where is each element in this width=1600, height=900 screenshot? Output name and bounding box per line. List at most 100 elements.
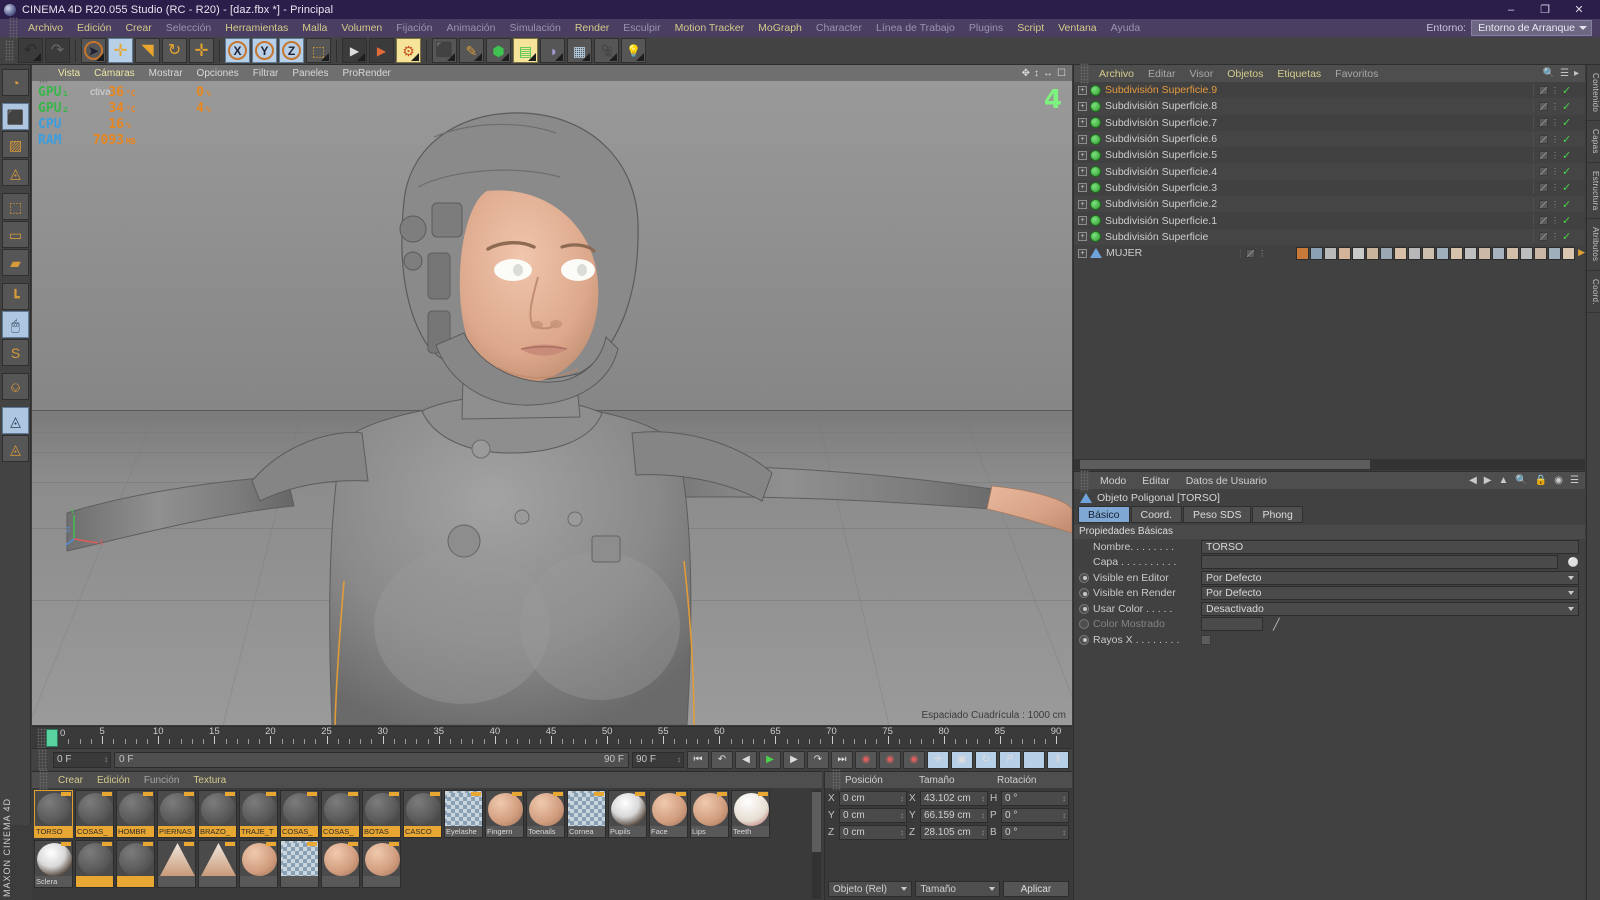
edge-dock-tab-capas[interactable]: Capas [1587, 121, 1600, 163]
move-tool-button[interactable]: ✛ [108, 38, 133, 63]
timeline-playhead[interactable] [46, 729, 58, 747]
object-row[interactable]: + Subdivisión Superficie.2 ⋮ ✓ [1074, 196, 1585, 213]
coord-size-field[interactable]: 43.102 cm ↕ [920, 790, 988, 806]
object-visibility-dots[interactable]: ⋮ ✓ [1533, 197, 1585, 211]
object-dots-icon[interactable]: ⋮ [1551, 217, 1559, 225]
om-menu-editar[interactable]: Editar [1141, 68, 1182, 80]
object-enabled-check-icon[interactable]: ✓ [1562, 149, 1571, 162]
expand-toggle[interactable]: + [1078, 134, 1087, 144]
material-swatch[interactable]: Cornea [567, 790, 606, 838]
object-row[interactable]: + Subdivisión Superficie.7 ⋮ ✓ [1074, 115, 1585, 131]
spline-pen-button[interactable]: ✎ [459, 38, 484, 63]
object-enabled-check-icon[interactable]: ✓ [1562, 214, 1571, 227]
goto-start-button[interactable]: ⏮ [687, 750, 709, 769]
am-menu-datos-de-usuario[interactable]: Datos de Usuario [1178, 475, 1275, 487]
object-visibility-box[interactable] [1539, 199, 1548, 209]
material-swatch[interactable] [321, 840, 360, 888]
record-active-button[interactable]: ◉ [855, 750, 877, 769]
object-tag-icon[interactable] [1534, 246, 1548, 260]
object-tag-icon[interactable] [1562, 246, 1576, 260]
object-enabled-check-icon[interactable]: ✓ [1562, 198, 1571, 211]
object-row[interactable]: + Subdivisión Superficie.4 ⋮ ✓ [1074, 163, 1585, 180]
coordinate-grip[interactable] [832, 769, 841, 791]
character-model[interactable] [32, 81, 1072, 725]
menu-item-mograph[interactable]: MoGraph [751, 19, 809, 37]
object-tags[interactable]: ▶ [1292, 246, 1585, 260]
material-swatch[interactable] [198, 840, 237, 888]
material-swatch[interactable]: Face [649, 790, 688, 838]
material-scroll-thumb[interactable] [812, 792, 821, 852]
om-menu-visor[interactable]: Visor [1182, 68, 1220, 80]
menu-item-script[interactable]: Script [1010, 19, 1051, 37]
render-region-button[interactable]: ▶ [369, 38, 394, 63]
object-tag-icon[interactable] [1548, 246, 1562, 260]
menu-item-esculpir[interactable]: Esculpir [616, 19, 667, 37]
object-visibility-box[interactable] [1246, 248, 1256, 258]
preview-range-slider[interactable]: 0 F 90 F [114, 751, 629, 768]
object-visibility-dots[interactable]: ⋮ ✓ [1533, 214, 1585, 228]
object-dots-icon[interactable]: ⋮ [1258, 249, 1266, 257]
object-row[interactable]: + Subdivisión Superficie.9 ⋮ ✓ [1074, 82, 1585, 98]
coord-pos-field[interactable]: 0 cm ↕ [839, 807, 907, 823]
attribute-combo-field[interactable]: Desactivado [1201, 601, 1579, 616]
object-dots-icon[interactable]: ⋮ [1551, 168, 1559, 176]
menu-item-l-nea-de-trabajo[interactable]: Línea de Trabajo [869, 19, 962, 37]
am-forward-icon[interactable]: ▶ [1484, 475, 1492, 486]
coord-rot-spinner[interactable]: ↕ [1062, 794, 1066, 803]
material-swatch[interactable]: TRAJE_T [239, 790, 278, 838]
point-level-anim-button[interactable]: ⸫ [1023, 750, 1045, 769]
material-menu-edición[interactable]: Edición [90, 775, 137, 786]
object-visibility-box[interactable] [1539, 183, 1548, 193]
coord-pos-field[interactable]: 0 cm ↕ [839, 824, 907, 840]
redo-button[interactable]: ↷ [45, 38, 70, 63]
om-menu-favoritos[interactable]: Favoritos [1328, 68, 1385, 80]
axis-z-button[interactable]: Z [279, 38, 304, 63]
menu-item-crear[interactable]: Crear [118, 19, 158, 37]
material-swatch[interactable]: Lips [690, 790, 729, 838]
am-menu-modo[interactable]: Modo [1092, 475, 1134, 487]
attribute-combo-field[interactable]: Por Defecto [1201, 570, 1579, 585]
menu-item-plugins[interactable]: Plugins [962, 19, 1010, 37]
coord-rot-field[interactable]: 0 ° ↕ [1001, 790, 1069, 806]
material-swatch[interactable] [362, 840, 401, 888]
timeline-ruler[interactable]: 5 10 15 20 25 30 35 40 45 50 55 60 65 70 75 80 85 90 0 [32, 726, 1072, 750]
am-up-icon[interactable]: ▲ [1498, 475, 1508, 486]
snap-s-button[interactable]: S [2, 339, 29, 366]
layer-clear-icon[interactable]: ⚪ [1568, 557, 1579, 568]
object-dots-icon[interactable]: ⋮ [1551, 86, 1559, 94]
material-menu-crear[interactable]: Crear [51, 775, 90, 786]
timeline-grip[interactable] [37, 728, 46, 750]
coord-pos-spinner[interactable]: ↕ [900, 794, 904, 803]
position-key-button[interactable]: ✛ [927, 750, 949, 769]
object-visibility-dots[interactable]: ⋮ [1240, 248, 1292, 258]
object-dots-icon[interactable]: ⋮ [1551, 200, 1559, 208]
material-swatch[interactable] [116, 840, 155, 888]
magnet-snap-button[interactable]: ⎉ [2, 373, 29, 400]
expand-toggle[interactable]: + [1078, 199, 1087, 209]
object-row[interactable]: + Subdivisión Superficie ⋮ ✓ [1074, 228, 1585, 245]
material-swatch[interactable]: BRAZO_ [198, 790, 237, 838]
object-dots-icon[interactable]: ⋮ [1551, 151, 1559, 159]
coord-pos-spinner[interactable]: ↕ [900, 811, 904, 820]
om-expand-icon[interactable]: ▸ [1574, 68, 1579, 79]
object-tag-icon[interactable] [1296, 246, 1310, 260]
attribute-radio[interactable] [1079, 588, 1089, 599]
viewport-menu-mostrar[interactable]: Mostrar [142, 68, 190, 79]
axis-mode-button[interactable]: ┗ [2, 283, 29, 310]
timeline-toggle-button[interactable]: ‖ [1047, 750, 1069, 769]
attribute-radio[interactable] [1079, 603, 1089, 614]
object-visibility-box[interactable] [1539, 101, 1548, 111]
object-visibility-dots[interactable]: ⋮ ✓ [1533, 132, 1585, 146]
material-menu-grip[interactable] [39, 769, 48, 791]
object-row[interactable]: + MUJER ⋮ ▶ [1074, 245, 1585, 261]
current-frame-spinner[interactable]: ↕ [104, 755, 108, 764]
object-enabled-check-icon[interactable]: ✓ [1562, 230, 1571, 243]
viewport-pan-icon[interactable]: ↔ [1043, 68, 1053, 79]
powerslider-grip[interactable] [38, 748, 47, 771]
object-tag-icon[interactable] [1464, 246, 1478, 260]
menu-item-render[interactable]: Render [568, 19, 616, 37]
object-visibility-dots[interactable]: ⋮ ✓ [1533, 181, 1585, 195]
expand-toggle[interactable]: + [1078, 85, 1087, 95]
object-row[interactable]: + Subdivisión Superficie.1 ⋮ ✓ [1074, 212, 1585, 228]
am-search-icon[interactable]: 🔍 [1515, 475, 1527, 486]
